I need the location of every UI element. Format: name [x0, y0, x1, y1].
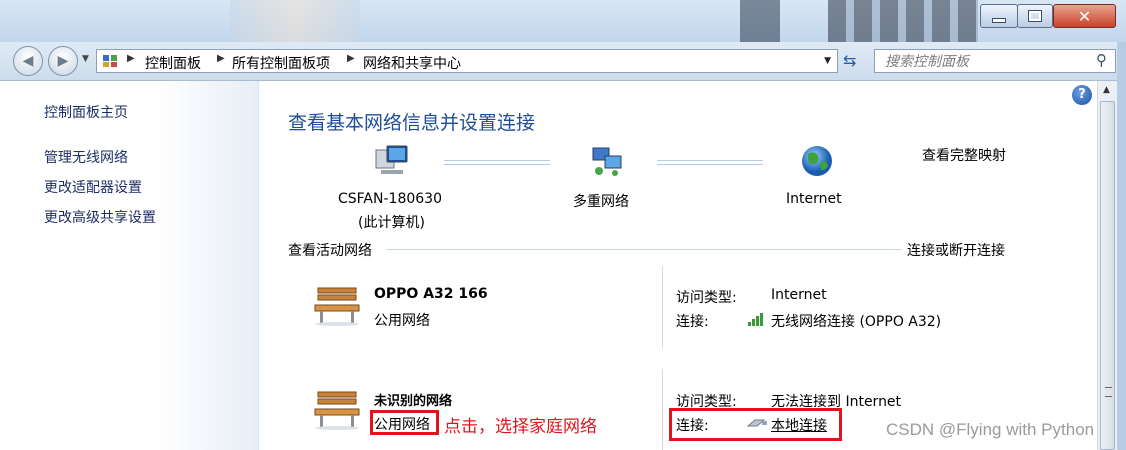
connect-disconnect-link[interactable]: 连接或断开连接	[907, 240, 1005, 260]
network-type-link[interactable]: 公用网络	[374, 310, 430, 330]
page-title: 查看基本网络信息并设置连接	[288, 112, 536, 134]
column-divider	[662, 266, 663, 348]
background-blur	[828, 0, 978, 42]
access-type-label: 访问类型:	[676, 290, 737, 306]
access-type-value: Internet	[771, 287, 827, 303]
map-connector-line	[657, 160, 763, 165]
history-dropdown-icon[interactable]: ▼	[82, 54, 89, 64]
search-box[interactable]: ⚲	[874, 49, 1116, 73]
back-button[interactable]: ◀	[13, 46, 43, 76]
active-networks-header: 查看活动网络	[288, 243, 372, 259]
highlight-box	[370, 410, 439, 435]
bench-icon	[314, 391, 360, 430]
breadcrumb-separator-icon: ▶	[127, 53, 135, 64]
title-bar: ✕	[0, 0, 1126, 42]
window-border	[1117, 42, 1126, 450]
help-icon: ?	[1078, 87, 1086, 102]
back-arrow-icon: ◀	[22, 53, 34, 69]
bench-icon	[314, 287, 360, 326]
vertical-scrollbar[interactable]: ▲	[1097, 81, 1118, 450]
computer-icon	[375, 145, 408, 174]
wifi-signal-icon	[748, 313, 763, 326]
main-content: 查看基本网络信息并设置连接 CSFAN-180630 (此计算机) 多重网络 I…	[259, 81, 1097, 450]
highlight-box	[669, 408, 842, 441]
wireless-connection-link[interactable]: 无线网络连接 (OPPO A32)	[771, 311, 941, 331]
network-name: 未识别的网络	[374, 394, 453, 409]
address-dropdown-icon[interactable]: ▼	[824, 56, 831, 66]
sidebar-item-advanced-sharing[interactable]: 更改高级共享设置	[44, 207, 156, 227]
computer-sublabel: (此计算机)	[358, 215, 425, 231]
computer-name: CSFAN-180630	[338, 191, 442, 207]
breadcrumb-separator-icon[interactable]: ▶	[347, 53, 355, 64]
breadcrumb-network-center[interactable]: 网络和共享中心	[363, 53, 461, 73]
scroll-up-icon[interactable]: ▲	[1103, 85, 1110, 95]
maximize-button[interactable]	[1017, 4, 1053, 28]
sidebar-item-adapter-settings[interactable]: 更改适配器设置	[44, 177, 142, 197]
sidebar-item-manage-wireless[interactable]: 管理无线网络	[44, 147, 128, 167]
background-blur	[230, 0, 360, 42]
sidebar-item-control-panel-home[interactable]: 控制面板主页	[44, 102, 128, 122]
forward-arrow-icon: ▶	[57, 53, 69, 69]
breadcrumb-all-items[interactable]: 所有控制面板项	[232, 53, 330, 73]
navigation-bar: ◀ ▶ ▼ ▶ 控制面板 ▶ 所有控制面板项 ▶ 网络和共享中心 ▼ ⇆ ⚲	[0, 42, 1126, 81]
column-divider	[662, 369, 663, 450]
minimize-button[interactable]	[980, 4, 1018, 28]
close-icon: ✕	[1077, 6, 1092, 26]
minimize-icon	[992, 17, 1006, 23]
map-connector-line	[444, 160, 550, 165]
search-icon[interactable]: ⚲	[1096, 51, 1107, 69]
search-input[interactable]	[883, 51, 1087, 73]
multiple-networks-label: 多重网络	[573, 194, 629, 210]
globe-icon	[802, 146, 832, 176]
forward-button[interactable]: ▶	[48, 46, 78, 76]
section-divider	[386, 249, 902, 250]
help-button[interactable]: ?	[1072, 85, 1092, 105]
watermark: CSDN @Flying with Python	[886, 420, 1095, 439]
multiple-networks-icon	[592, 147, 622, 176]
annotation-text: 点击，选择家庭网络	[444, 417, 597, 437]
breadcrumb-control-panel[interactable]: 控制面板	[145, 53, 201, 73]
network-name: OPPO A32 166	[374, 286, 488, 302]
close-button[interactable]: ✕	[1053, 4, 1116, 28]
sidebar: 控制面板主页 管理无线网络 更改适配器设置 更改高级共享设置	[0, 81, 259, 450]
view-full-map-link[interactable]: 查看完整映射	[922, 145, 1006, 165]
control-panel-icon	[103, 55, 117, 67]
address-bar[interactable]: ▶ 控制面板 ▶ 所有控制面板项 ▶ 网络和共享中心 ▼	[96, 49, 838, 73]
breadcrumb-separator-icon[interactable]: ▶	[217, 53, 225, 64]
background-blur	[740, 0, 780, 42]
maximize-icon	[1028, 10, 1042, 22]
scroll-thumb[interactable]	[1100, 101, 1115, 450]
internet-label: Internet	[786, 191, 842, 207]
connection-label: 连接:	[676, 314, 709, 330]
scroll-grip-icon	[1105, 387, 1112, 397]
refresh-icon[interactable]: ⇆	[843, 51, 856, 70]
